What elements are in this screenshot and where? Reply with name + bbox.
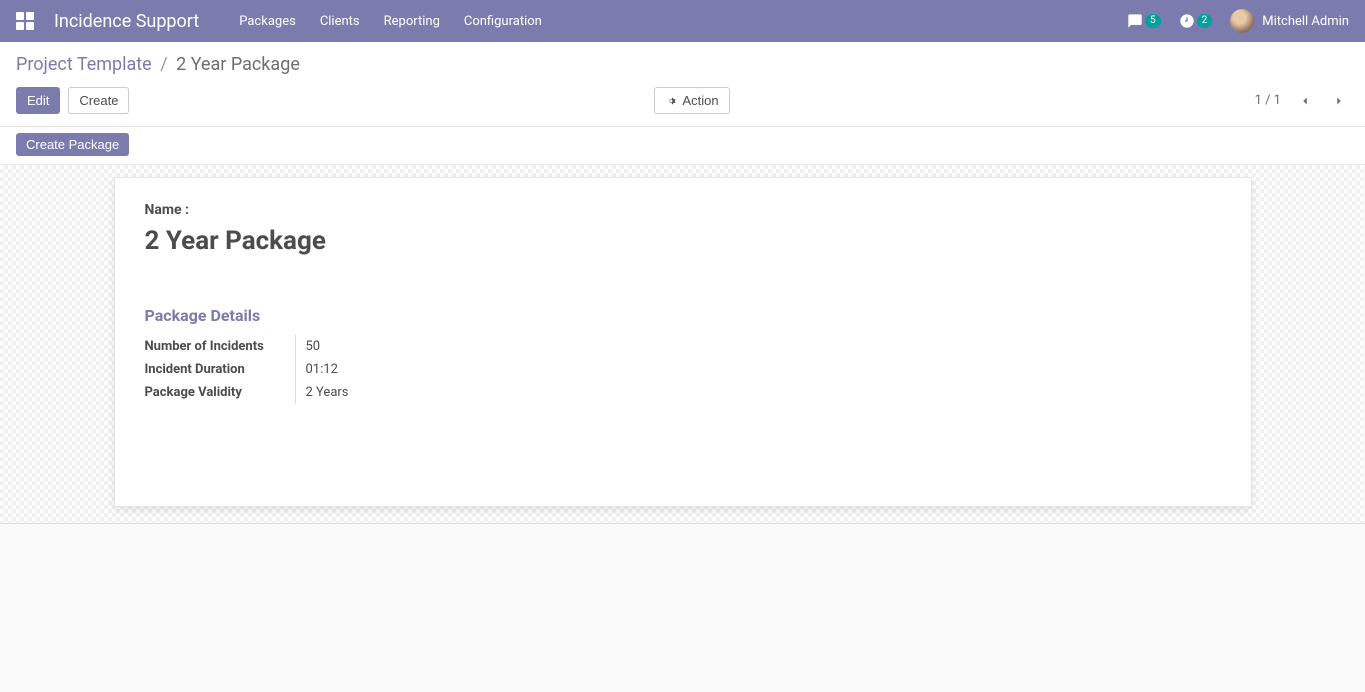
nav-packages[interactable]: Packages xyxy=(239,14,296,29)
avatar xyxy=(1230,9,1254,33)
activities-button[interactable]: 2 xyxy=(1179,13,1213,29)
row-label-validity: Package Validity xyxy=(145,381,295,404)
row-value-duration: 01:12 xyxy=(295,358,555,381)
activities-badge: 2 xyxy=(1197,14,1213,28)
row-value-incidents: 50 xyxy=(295,335,555,358)
messages-badge: 5 xyxy=(1145,14,1161,28)
breadcrumb: Project Template / 2 Year Package xyxy=(16,54,1349,75)
username: Mitchell Admin xyxy=(1262,14,1349,29)
breadcrumb-parent[interactable]: Project Template xyxy=(16,54,152,75)
chevron-right-icon xyxy=(1332,94,1346,108)
clock-icon xyxy=(1179,13,1195,29)
form-background: Name : 2 Year Package Package Details Nu… xyxy=(0,165,1365,524)
chat-icon xyxy=(1127,13,1143,29)
navbar: Incidence Support Packages Clients Repor… xyxy=(0,0,1365,42)
breadcrumb-current: 2 Year Package xyxy=(176,54,300,75)
gear-icon xyxy=(665,95,677,107)
name-label: Name : xyxy=(145,202,1221,218)
create-package-button[interactable]: Create Package xyxy=(16,133,129,156)
pager-next[interactable] xyxy=(1329,91,1349,111)
nav-right: 5 2 Mitchell Admin xyxy=(1127,9,1349,33)
messages-button[interactable]: 5 xyxy=(1127,13,1161,29)
action-label: Action xyxy=(682,93,718,108)
create-button[interactable]: Create xyxy=(68,87,129,114)
statusbar: Create Package xyxy=(0,127,1365,165)
details-table: Number of Incidents 50 Incident Duration… xyxy=(145,335,1221,404)
nav-menu: Packages Clients Reporting Configuration xyxy=(239,14,542,29)
nav-clients[interactable]: Clients xyxy=(320,14,360,29)
user-menu[interactable]: Mitchell Admin xyxy=(1230,9,1349,33)
row-label-duration: Incident Duration xyxy=(145,358,295,381)
pager-count[interactable]: 1 / 1 xyxy=(1255,93,1281,108)
chevron-left-icon xyxy=(1298,94,1312,108)
form-sheet: Name : 2 Year Package Package Details Nu… xyxy=(114,177,1252,507)
row-value-validity: 2 Years xyxy=(295,381,555,404)
control-panel: Project Template / 2 Year Package Edit C… xyxy=(0,42,1365,127)
action-button[interactable]: Action xyxy=(654,87,729,114)
nav-configuration[interactable]: Configuration xyxy=(464,14,542,29)
breadcrumb-sep: / xyxy=(160,54,167,75)
name-value: 2 Year Package xyxy=(145,226,1221,256)
section-title: Package Details xyxy=(145,306,1221,325)
row-label-incidents: Number of Incidents xyxy=(145,335,295,358)
brand-title[interactable]: Incidence Support xyxy=(54,11,199,32)
apps-icon[interactable] xyxy=(16,12,34,30)
nav-reporting[interactable]: Reporting xyxy=(384,14,440,29)
edit-button[interactable]: Edit xyxy=(16,87,60,114)
pager-prev[interactable] xyxy=(1295,91,1315,111)
